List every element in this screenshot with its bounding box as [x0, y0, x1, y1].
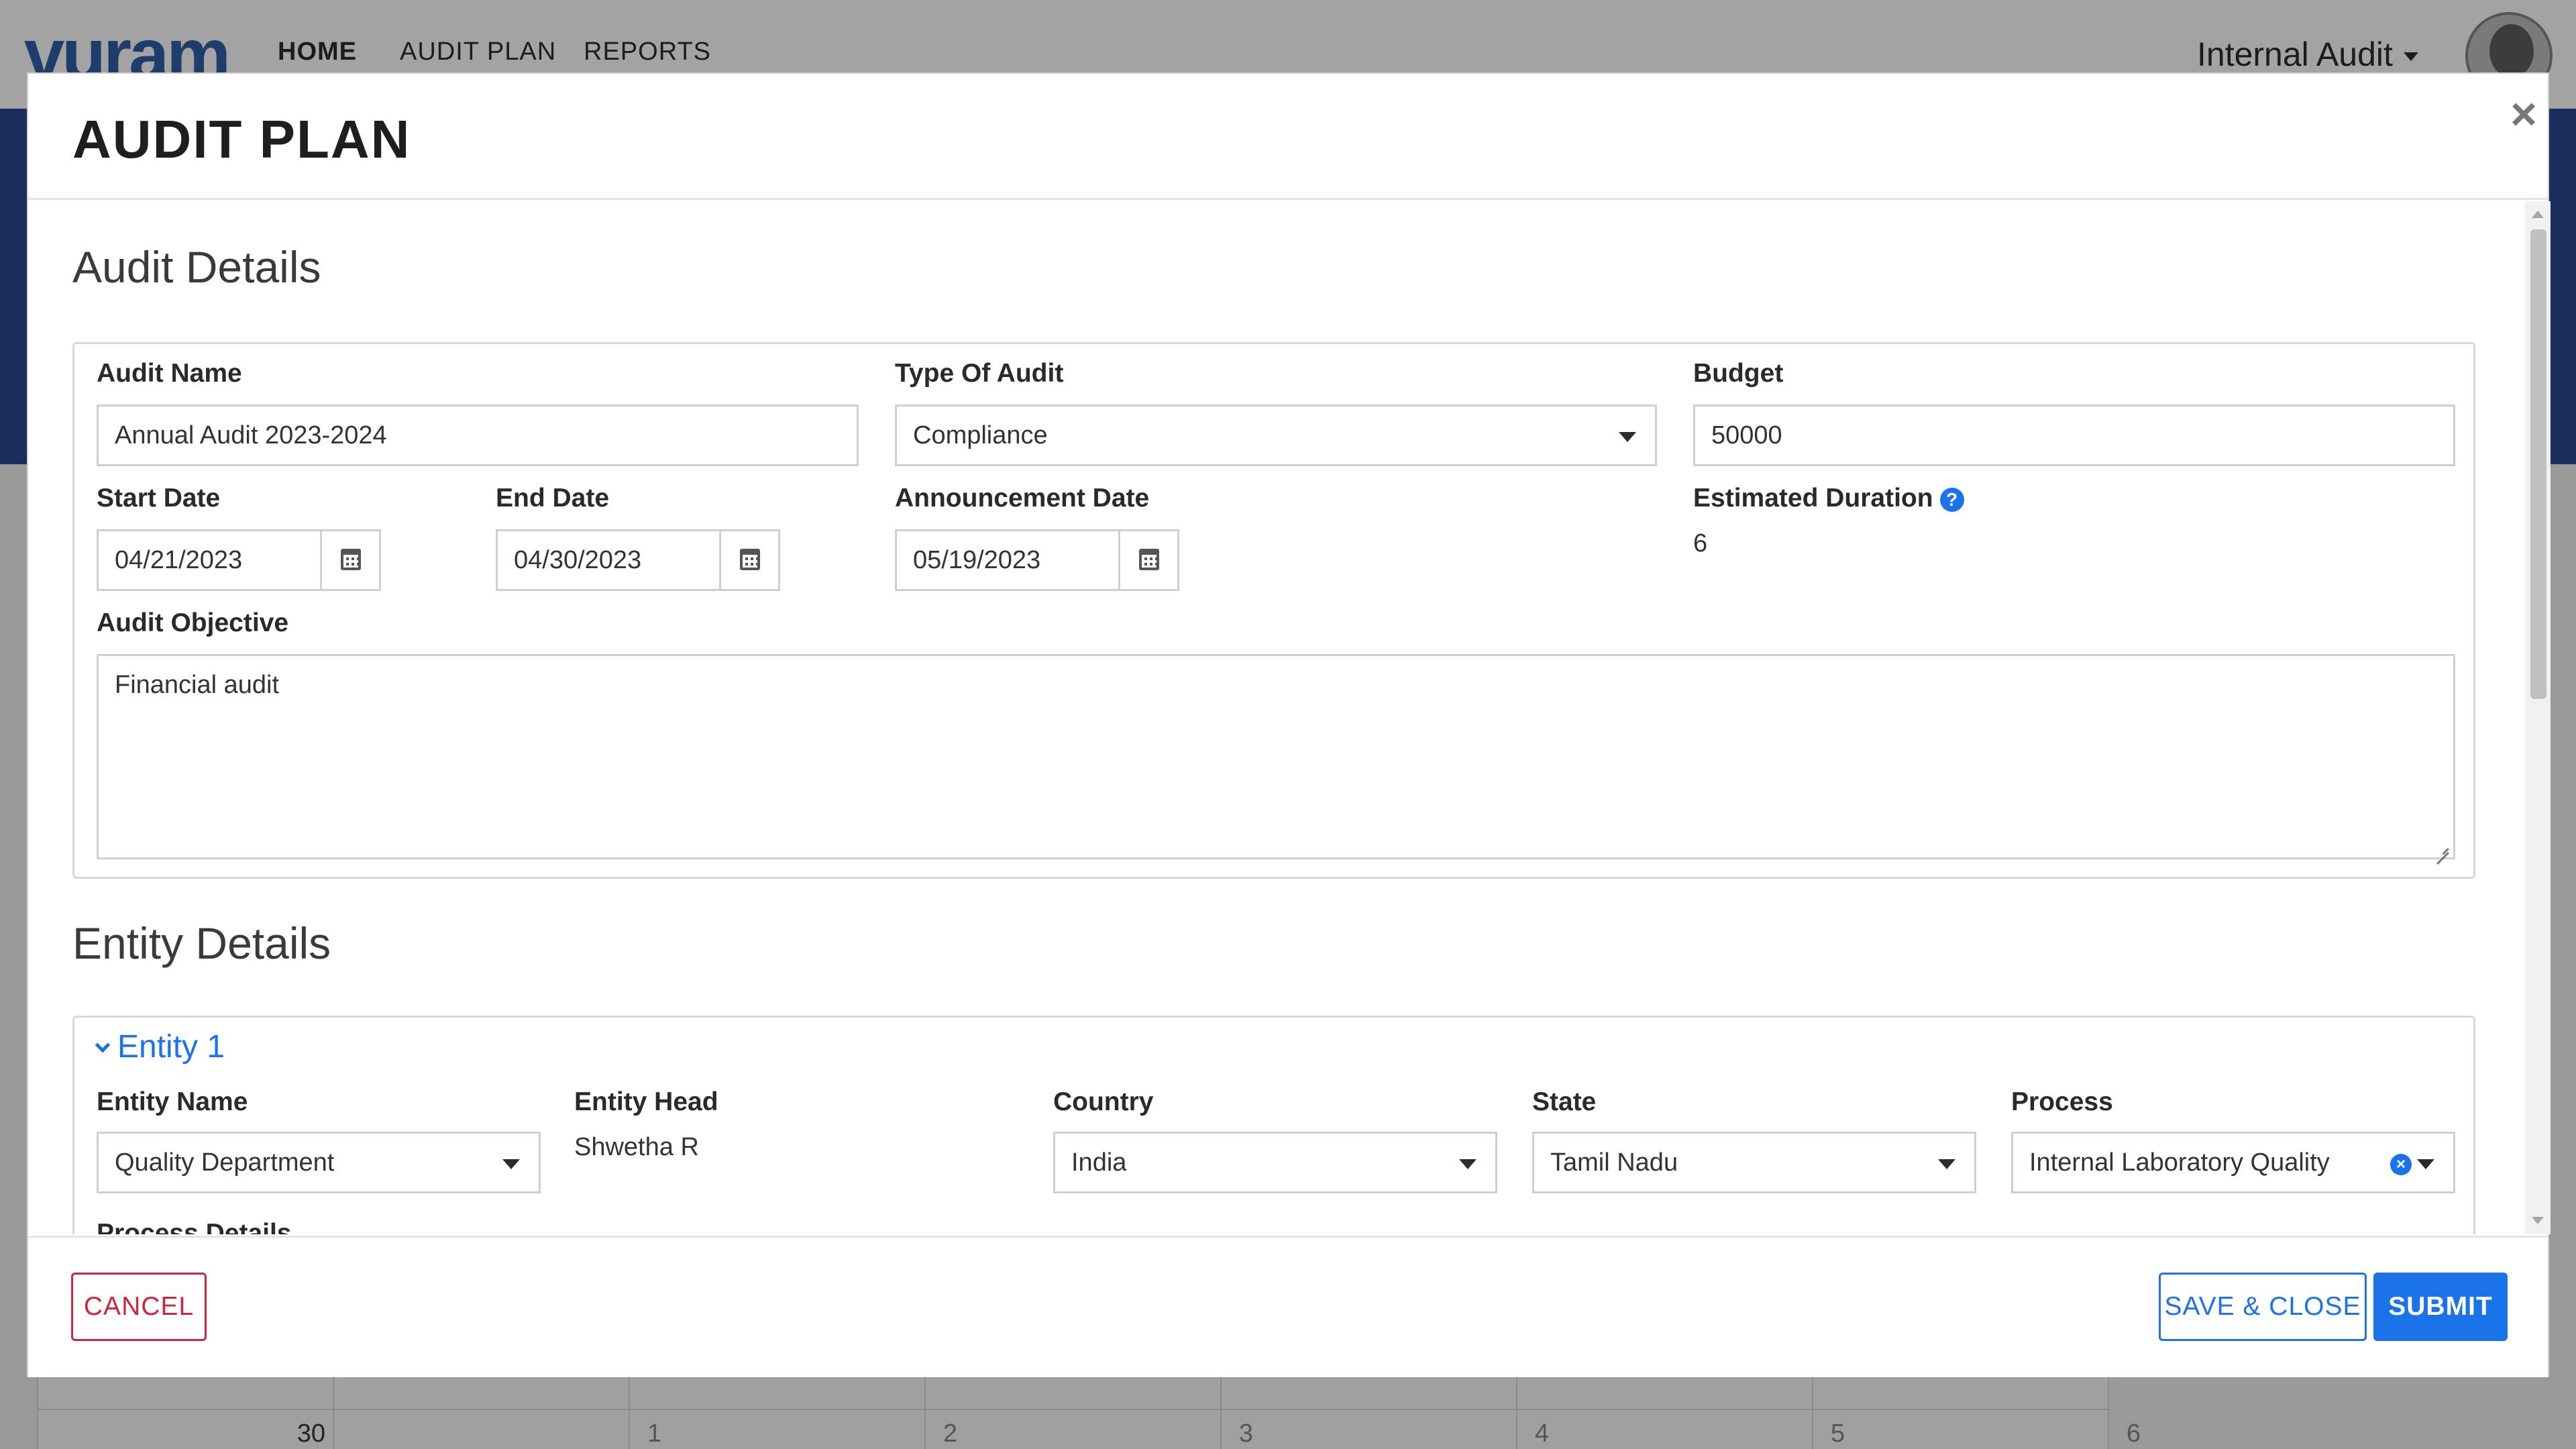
calendar-icon	[341, 549, 361, 570]
nav-audit-plan[interactable]: AUDIT PLAN	[400, 38, 556, 66]
cancel-button[interactable]: CANCEL	[71, 1273, 207, 1341]
chevron-down-icon	[1459, 1159, 1477, 1169]
state-value: Tamil Nadu	[1550, 1148, 1678, 1177]
modal-header: AUDIT PLAN ×	[28, 74, 2548, 200]
calendar-day: 4	[1534, 1419, 1549, 1448]
entity-head-label: Entity Head	[574, 1087, 718, 1116]
announcement-date-value[interactable]: 05/19/2023	[913, 531, 1040, 589]
submit-button[interactable]: SUBMIT	[2373, 1273, 2508, 1341]
audit-name-label: Audit Name	[97, 359, 242, 388]
announcement-date-picker[interactable]: 05/19/2023	[895, 529, 1179, 591]
calendar-day: 3	[1238, 1419, 1253, 1448]
scroll-down-icon[interactable]	[2532, 1217, 2544, 1224]
country-select[interactable]: India	[1053, 1132, 1497, 1193]
clear-icon[interactable]: ×	[2390, 1154, 2412, 1175]
calendar-icon	[1139, 549, 1159, 570]
chevron-down-icon	[1938, 1159, 1955, 1169]
calendar-day: 30	[297, 1419, 325, 1448]
resize-grip-icon[interactable]	[2436, 840, 2449, 853]
user-menu-label: Internal Audit	[2197, 36, 2393, 73]
type-of-audit-label: Type Of Audit	[895, 359, 1064, 388]
chevron-down-icon	[1619, 432, 1636, 442]
chevron-down-icon	[502, 1159, 520, 1169]
background-banner-right	[2548, 109, 2576, 464]
start-date-calendar-button[interactable]	[320, 531, 379, 589]
budget-input[interactable]: 50000	[1693, 405, 2455, 466]
estimated-duration-label-wrap: Estimated Duration?	[1693, 484, 1964, 513]
state-label: State	[1532, 1087, 1597, 1116]
country-value: India	[1071, 1148, 1127, 1177]
estimated-duration-value: 6	[1693, 529, 1708, 557]
estimated-duration-label: Estimated Duration	[1693, 484, 1933, 513]
start-date-picker[interactable]: 04/21/2023	[97, 529, 381, 591]
end-date-calendar-button[interactable]	[719, 531, 778, 589]
chevron-down-icon	[2417, 1159, 2434, 1169]
audit-objective-label: Audit Objective	[97, 608, 289, 637]
calendar-cell	[333, 1370, 334, 1449]
entity-name-select[interactable]: Quality Department	[97, 1132, 541, 1193]
end-date-label: End Date	[496, 484, 610, 513]
user-menu[interactable]: Internal Audit	[2197, 35, 2418, 74]
close-icon[interactable]: ×	[2497, 87, 2551, 141]
entity-name-label: Entity Name	[97, 1087, 248, 1116]
modal-title: AUDIT PLAN	[72, 109, 411, 169]
calendar-day: 5	[1830, 1419, 1845, 1448]
end-date-value[interactable]: 04/30/2023	[514, 531, 641, 589]
scroll-up-icon[interactable]	[2532, 211, 2544, 218]
calendar-day: 2	[943, 1419, 957, 1448]
background-banner-left	[0, 109, 28, 464]
announcement-date-label: Announcement Date	[895, 484, 1150, 513]
audit-details-title: Audit Details	[72, 242, 321, 292]
audit-name-input[interactable]: Annual Audit 2023-2024	[97, 405, 859, 466]
calendar-icon	[740, 549, 760, 570]
budget-label: Budget	[1693, 359, 1784, 388]
process-details-label: Process Details	[97, 1219, 292, 1234]
scroll-thumb[interactable]	[2530, 229, 2546, 699]
calendar-cell	[37, 1370, 38, 1449]
modal-footer: CANCEL SAVE & CLOSE SUBMIT	[28, 1236, 2548, 1377]
type-of-audit-select[interactable]: Compliance	[895, 405, 1657, 466]
audit-objective-value: Financial audit	[115, 671, 280, 699]
entity-head-value: Shwetha R	[574, 1133, 699, 1161]
entity-name-value: Quality Department	[115, 1148, 335, 1177]
announcement-date-calendar-button[interactable]	[1118, 531, 1177, 589]
audit-details-card: Audit Name Annual Audit 2023-2024 Type O…	[72, 342, 2475, 879]
process-select[interactable]: Internal Laboratory Quality ×	[2011, 1132, 2455, 1193]
modal-body: Audit Details Audit Name Annual Audit 20…	[28, 201, 2525, 1234]
entity-details-title: Entity Details	[72, 918, 331, 968]
save-and-close-button[interactable]: SAVE & CLOSE	[2159, 1273, 2367, 1341]
entity-1-toggle[interactable]: Entity 1	[95, 1028, 225, 1065]
calendar-day: 6	[2126, 1419, 2141, 1448]
process-label: Process	[2011, 1087, 2113, 1116]
background-calendar: 30 1 2 3 4 5 6	[37, 1368, 2141, 1449]
avatar-silhouette-icon	[2489, 24, 2534, 78]
calendar-day: 1	[647, 1419, 661, 1448]
nav-reports[interactable]: REPORTS	[584, 38, 711, 66]
country-label: Country	[1053, 1087, 1154, 1116]
entity-1-title: Entity 1	[117, 1029, 225, 1065]
type-of-audit-value: Compliance	[913, 421, 1048, 449]
entity-1-card: Entity 1 Entity Name Quality Department …	[72, 1016, 2475, 1234]
help-icon[interactable]: ?	[1939, 487, 1964, 512]
caret-down-icon	[2403, 52, 2418, 62]
modal-scrollbar[interactable]	[2525, 201, 2551, 1234]
state-select[interactable]: Tamil Nadu	[1532, 1132, 1976, 1193]
end-date-picker[interactable]: 04/30/2023	[496, 529, 780, 591]
start-date-value[interactable]: 04/21/2023	[115, 531, 242, 589]
calendar-row-divider	[37, 1409, 2110, 1410]
audit-objective-textarea[interactable]: Financial audit	[97, 654, 2455, 859]
start-date-label: Start Date	[97, 484, 221, 513]
audit-plan-modal: AUDIT PLAN × Audit Details Audit Name An…	[27, 72, 2551, 1377]
process-value: Internal Laboratory Quality	[2029, 1148, 2330, 1177]
chevron-down-icon	[95, 1037, 111, 1053]
nav-home[interactable]: HOME	[278, 38, 357, 66]
